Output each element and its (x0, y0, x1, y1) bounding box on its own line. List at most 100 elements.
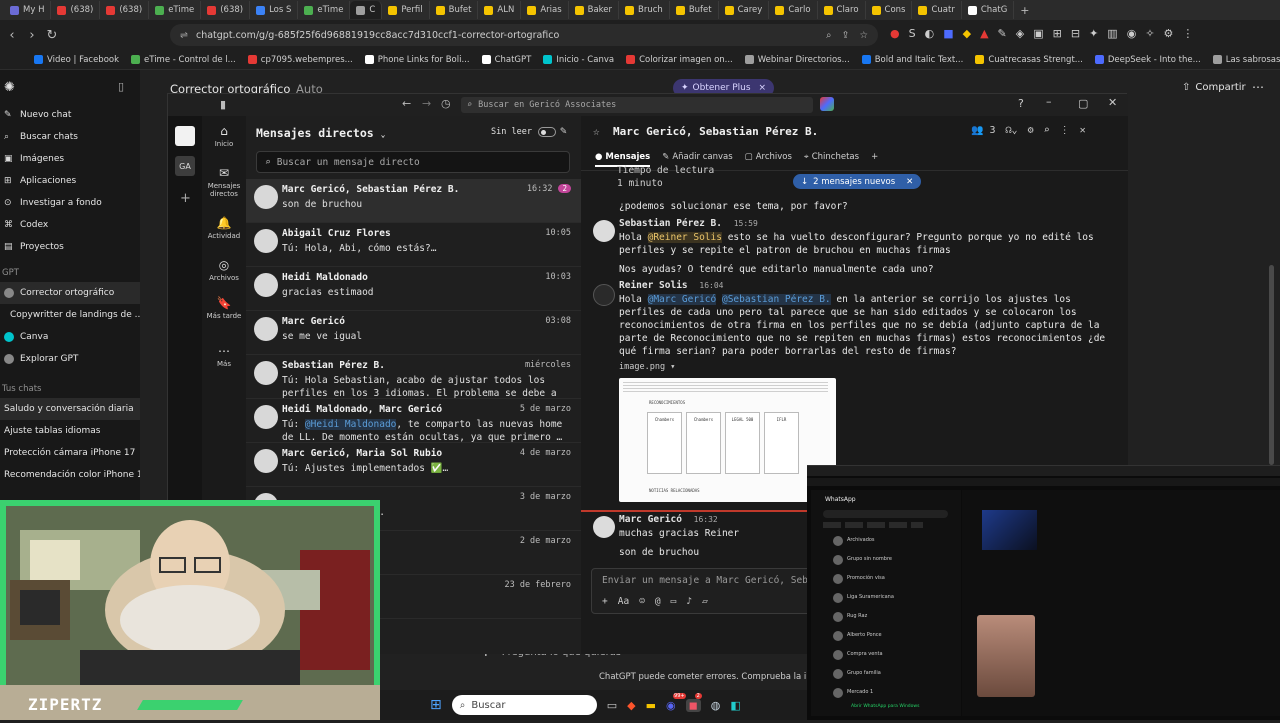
share-button[interactable]: ⇧ Compartir (1182, 82, 1246, 93)
rail-más-tarde[interactable]: 🔖 Más tarde (202, 296, 246, 320)
browser-tab[interactable]: Los S (250, 1, 299, 19)
url-bar[interactable]: ⇌ chatgpt.com/g/g-685f25f6d96881919cc8ac… (170, 24, 878, 46)
reload-icon[interactable]: ↻ (42, 28, 62, 43)
sidebar-toggle-icon[interactable]: ▮ (220, 98, 226, 111)
extension-icon[interactable]: ◈ (1016, 27, 1024, 40)
close-icon[interactable]: × (759, 83, 767, 93)
browser-tab[interactable]: (638) (100, 1, 150, 19)
bookmark-item[interactable]: Colorizar imagen on... (626, 55, 733, 65)
more-options-icon[interactable]: ⋯ (1252, 80, 1264, 94)
browser-tab[interactable]: ChatG (962, 1, 1015, 19)
chat-tab[interactable]: ▢ Archivos (745, 152, 792, 167)
star-icon[interactable]: ☆ (593, 125, 600, 138)
dm-search-input[interactable]: ⌕ Buscar un mensaje directo (256, 151, 570, 173)
browser-tab[interactable]: Bruch (619, 1, 670, 19)
microphone-icon[interactable]: ♪ (686, 596, 692, 607)
browser-tab[interactable]: eTime (298, 1, 351, 19)
browser-tab[interactable]: Cuatr (912, 1, 962, 19)
sidebar-toggle-icon[interactable]: ▥ (1107, 27, 1117, 40)
chat-scrollbar[interactable] (1269, 265, 1274, 465)
bookmark-item[interactable]: Webinar Directorios... (744, 55, 850, 65)
extension-icon[interactable]: ▣ (1033, 27, 1043, 40)
close-window-icon[interactable]: ✕ (1108, 96, 1117, 109)
bookmark-item[interactable]: Inicio - Canva (543, 55, 614, 65)
bookmark-item[interactable]: cp7095.webempres... (247, 55, 353, 65)
chat-tab[interactable]: ⌖ Chinchetas (804, 152, 859, 167)
history-icon[interactable]: ◷ (441, 97, 451, 110)
brave-icon[interactable]: ◆ (627, 699, 635, 712)
rail-archivos[interactable]: ◎ Archivos (202, 258, 246, 282)
bookmark-item[interactable]: Video | Facebook (34, 55, 119, 65)
whatsapp-chat-item[interactable]: Mercado 1 (833, 686, 973, 704)
chat-history-item[interactable]: Recomendación color iPhone 17 (0, 464, 140, 486)
avatar[interactable] (593, 516, 615, 538)
whatsapp-chat-item[interactable]: Rug Raz (833, 610, 973, 628)
star-icon[interactable]: ☆ (859, 30, 868, 41)
call-icon[interactable]: ☊⌄ (1006, 125, 1018, 136)
attachment-image[interactable]: RECONOCIMIENTOS Chambers Chambers LEGAL 50… (619, 378, 836, 502)
unread-filter[interactable]: Sin leer (491, 127, 556, 137)
dm-header[interactable]: Mensajes directos ⌄ (256, 126, 385, 140)
rail-actividad[interactable]: 🔔 Actividad (202, 216, 246, 240)
dm-list-item[interactable]: Marc Gericó, Maria Sol Rubio 4 de marzo Tú… (246, 443, 581, 487)
whatsapp-filter-pills[interactable] (823, 522, 923, 528)
browser-tab[interactable]: Carey (719, 1, 770, 19)
canvas-icon[interactable]: ▱ (702, 596, 708, 607)
avatar[interactable] (593, 284, 615, 306)
add-icon[interactable]: + (602, 596, 608, 607)
browser-tab[interactable]: eTime (149, 1, 202, 19)
extension-icon[interactable]: ▲ (980, 27, 988, 40)
bookmark-item[interactable]: DeepSeek - Into the... (1094, 55, 1201, 65)
bookmark-item[interactable]: Phone Links for Boli... (364, 55, 470, 65)
avatar[interactable] (593, 220, 615, 242)
whatsapp-chat-item[interactable]: Archivados (833, 534, 973, 552)
mention[interactable]: @Marc Gericó (647, 294, 717, 305)
sidebar-item[interactable]: ▤ Proyectos (0, 236, 140, 258)
bookmark-item[interactable]: ChatGPT (481, 55, 531, 65)
browser-tab[interactable]: Bufet (430, 1, 479, 19)
more-options-icon[interactable]: ⋮ (1060, 125, 1070, 136)
chat-history-item[interactable]: Saludo y conversación diaria (0, 398, 140, 420)
emoji-icon[interactable]: ☺ (639, 596, 645, 607)
whatsapp-chat-item[interactable]: Alberto Ponce (833, 629, 973, 647)
whatsapp-chat-item[interactable]: Compra venta (833, 648, 973, 666)
mention[interactable]: @Sebastian Pérez B. (721, 294, 831, 305)
add-tenant-icon[interactable]: + (180, 191, 191, 206)
app-icon[interactable]: ◧ (730, 699, 740, 712)
extension-icon[interactable]: S (909, 27, 916, 40)
tenant-logo[interactable] (175, 126, 195, 146)
taskbar-search[interactable]: ⌕ Buscar (451, 695, 597, 715)
extension-icon[interactable]: ◆ (963, 27, 971, 40)
mention-icon[interactable]: @ (655, 596, 661, 607)
browser-tab[interactable]: Claro (818, 1, 866, 19)
profile-icon[interactable]: ◉ (1127, 27, 1137, 40)
browser-tab[interactable]: Perfil (382, 1, 430, 19)
site-info-icon[interactable]: ⇌ (180, 30, 188, 41)
rail-más[interactable]: ⋯ Más (202, 344, 246, 368)
media-thumbnail[interactable] (977, 615, 1035, 697)
gpt-item[interactable]: Explorar GPT (0, 348, 140, 370)
browser-tab[interactable]: C (350, 1, 383, 19)
video-icon[interactable]: ▭ (671, 596, 677, 607)
zoom-icon[interactable]: ⌕ (826, 30, 831, 41)
whatsapp-chat-item[interactable]: Liga Suramericana (833, 591, 973, 609)
sidebar-item[interactable]: ▣ Imágenes (0, 148, 140, 170)
extension-icon[interactable]: ✦ (1089, 27, 1098, 40)
unread-toggle[interactable] (537, 127, 556, 137)
browser-tab[interactable]: Baker (569, 1, 620, 19)
gpt-item[interactable]: Canva (0, 326, 140, 348)
bookmark-item[interactable]: Las sabrosas recetas... (1212, 55, 1280, 65)
teams-icon[interactable]: ◼ 2 (685, 692, 702, 712)
dm-list-item[interactable]: Marc Gericó, Sebastian Pérez B. 16:32 2 son… (246, 179, 581, 223)
whatsapp-search[interactable] (823, 510, 948, 518)
dm-list-item[interactable]: Heidi Maldonado 10:03 gracias estimaod (246, 267, 581, 311)
browser-tab[interactable]: (638) (201, 1, 251, 19)
extension-icon[interactable]: ✎ (998, 27, 1007, 40)
share-url-icon[interactable]: ⇪ (842, 30, 850, 41)
extension-icon[interactable]: ● (890, 27, 900, 40)
new-messages-pill[interactable]: ↓ 2 mensajes nuevos ✕ (793, 174, 922, 189)
sidebar-collapse-icon[interactable]: ▯ (118, 80, 124, 93)
dm-list-item[interactable]: Sebastian Pérez B. miércoles Tú: Hola Seba… (246, 355, 581, 399)
browser-tab[interactable]: Bufet (670, 1, 719, 19)
file-explorer-icon[interactable]: ▬ (646, 699, 656, 712)
